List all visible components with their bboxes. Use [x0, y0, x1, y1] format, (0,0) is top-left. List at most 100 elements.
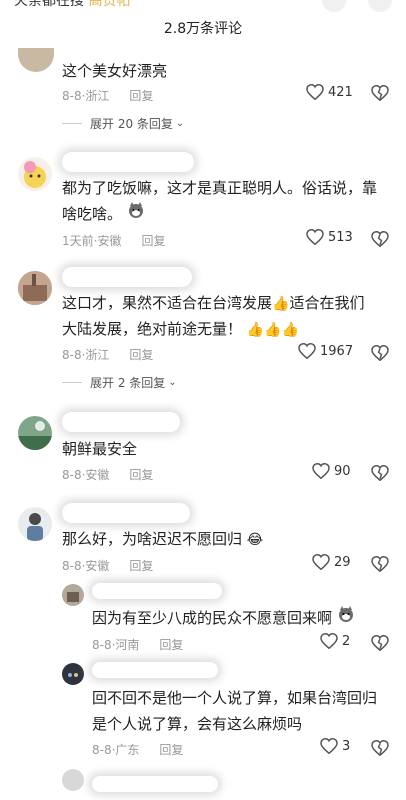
reply-button[interactable]: 回复	[141, 232, 165, 249]
comment-meta: 8-8·浙江 回复	[62, 346, 153, 363]
like-button[interactable]: 3	[320, 738, 350, 754]
landscape-avatar-icon	[18, 416, 52, 450]
dislike-button[interactable]	[371, 555, 389, 576]
like-button[interactable]: 29	[312, 554, 351, 570]
husky-emoji-icon	[127, 201, 145, 222]
like-button[interactable]: 90	[312, 463, 351, 479]
broken-heart-icon	[371, 230, 389, 248]
username-blurred[interactable]	[62, 152, 194, 172]
comment-text: 这个美女好漂亮	[62, 62, 168, 80]
chevron-down-icon: ⌄	[168, 377, 177, 388]
avatar[interactable]	[18, 507, 52, 541]
comment-text-line: 适合在我们	[289, 294, 365, 312]
like-button[interactable]: 1967	[298, 343, 353, 359]
like-count: 421	[328, 84, 353, 100]
heart-icon	[306, 84, 324, 100]
more-icon[interactable]	[322, 0, 346, 12]
heart-icon	[298, 343, 316, 359]
like-count: 513	[328, 229, 353, 245]
avatar[interactable]	[62, 584, 84, 606]
broken-heart-icon	[371, 739, 389, 757]
reply-button[interactable]: 回复	[129, 87, 153, 104]
heart-icon	[312, 554, 330, 570]
comment-count-title: 2.8万条评论	[163, 21, 243, 37]
comment-time-location: 8-8·浙江	[62, 348, 110, 362]
comment-text-line: 那么好，为啥迟迟不愿回归	[62, 530, 243, 548]
comment-text: 那么好，为啥迟迟不愿回归 😂	[62, 526, 263, 552]
comment-text-line: 这口才，果然不适合在台湾发展	[62, 294, 273, 312]
username-blurred[interactable]	[92, 583, 222, 599]
search-hint[interactable]: 火荼都在搜 高赞帖	[14, 0, 130, 10]
broken-heart-icon	[371, 344, 389, 362]
username-blurred[interactable]	[92, 776, 218, 792]
like-count: 1967	[320, 343, 354, 359]
broken-heart-icon	[371, 464, 389, 482]
comment-text: 回不回不是他一个人说了算，如果台湾回归	[92, 689, 378, 707]
expand-replies[interactable]: 展开 20 条回复 ⌄	[62, 115, 184, 132]
thumbs-up-emoji-icon: 👍👍👍	[246, 322, 300, 338]
broken-heart-icon	[371, 84, 389, 102]
laughing-crying-emoji-icon: 😂	[246, 532, 264, 548]
reply-button[interactable]: 回复	[159, 741, 183, 758]
comment-time-location: 8-8·安徽	[62, 468, 110, 482]
like-button[interactable]: 421	[306, 84, 353, 100]
expand-replies[interactable]: 展开 2 条回复 ⌄	[62, 374, 177, 391]
reply-button[interactable]: 回复	[159, 636, 183, 653]
username-blurred[interactable]	[62, 503, 190, 523]
username-blurred[interactable]	[62, 412, 180, 432]
broken-heart-icon	[371, 555, 389, 573]
heart-icon	[320, 738, 338, 754]
comment-meta: 8-8·安徽 回复	[62, 466, 153, 483]
divider	[62, 382, 82, 383]
like-button[interactable]: 513	[306, 229, 353, 245]
top-bar: 火荼都在搜 高赞帖 2.8万条评论	[0, 0, 406, 44]
heart-icon	[320, 633, 338, 649]
avatar[interactable]	[18, 48, 54, 72]
dislike-button[interactable]	[371, 634, 389, 655]
reply-button[interactable]: 回复	[129, 466, 153, 483]
comment-time-location: 8-8·浙江	[62, 89, 110, 103]
username-blurred[interactable]	[62, 267, 192, 287]
comment-meta: 8-8·广东 回复	[92, 741, 183, 758]
close-icon[interactable]	[368, 0, 392, 12]
like-count: 3	[342, 738, 351, 754]
avatar[interactable]	[62, 769, 84, 791]
dislike-button[interactable]	[371, 739, 389, 760]
reply-button[interactable]: 回复	[129, 557, 153, 574]
avatar[interactable]	[18, 157, 52, 191]
expand-replies-label: 展开 20 条回复	[90, 117, 173, 131]
dislike-button[interactable]	[371, 464, 389, 485]
heart-icon	[306, 229, 324, 245]
broken-heart-icon	[371, 634, 389, 652]
comment-meta: 8-8·河南 回复	[92, 636, 183, 653]
username-blurred[interactable]	[92, 662, 218, 678]
avatar[interactable]	[18, 416, 52, 450]
avatar[interactable]	[62, 663, 84, 685]
dislike-button[interactable]	[371, 230, 389, 251]
comment-text: 啥吃啥。	[62, 201, 145, 227]
comment-meta: 1天前·安徽 回复	[62, 232, 165, 249]
like-count: 29	[334, 554, 351, 570]
expand-replies-label: 展开 2 条回复	[90, 376, 166, 390]
chevron-down-icon: ⌄	[175, 118, 185, 129]
like-count: 90	[334, 463, 351, 479]
comment-time-location: 8-8·河南	[92, 638, 140, 652]
like-count: 2	[342, 633, 351, 649]
avatar[interactable]	[18, 271, 52, 305]
search-hint-text: 火荼都在搜	[14, 0, 84, 9]
comment-text: 是个人说了算，会有这么麻烦吗	[92, 715, 303, 733]
comment-text: 朝鲜最安全	[62, 440, 138, 458]
search-hint-highlight: 高赞帖	[88, 0, 131, 9]
dislike-button[interactable]	[371, 344, 389, 365]
dislike-button[interactable]	[371, 84, 389, 105]
photo-avatar-icon	[18, 271, 52, 305]
like-button[interactable]: 2	[320, 633, 350, 649]
comment-text: 这口才，果然不适合在台湾发展👍适合在我们	[62, 290, 364, 316]
cartoon-avatar-icon	[24, 161, 46, 188]
husky-emoji-icon	[337, 605, 355, 626]
heart-icon	[312, 463, 330, 479]
comment-text: 因为有至少八成的民众不愿意回来啊	[92, 605, 355, 631]
reply-button[interactable]: 回复	[129, 346, 153, 363]
comment-meta: 8-8·安徽 回复	[62, 557, 153, 574]
person-avatar-icon	[18, 507, 52, 541]
